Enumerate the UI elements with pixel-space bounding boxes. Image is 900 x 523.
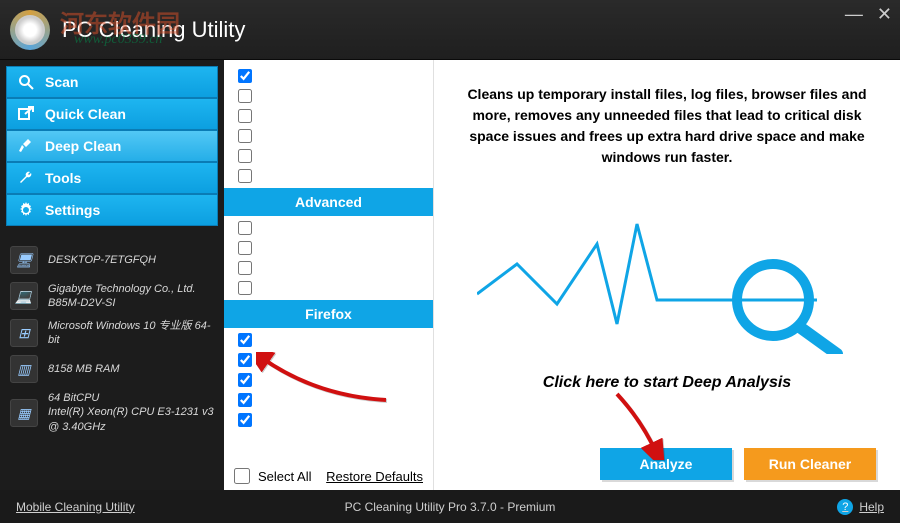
titlebar: 河东软件园 www.pc0359.cn PC Cleaning Utility … [0,0,900,60]
check-box[interactable] [238,333,252,347]
sysinfo-cpu: ▦ 64 BitCPU Intel(R) Xeon(R) CPU E3-1231… [10,391,214,434]
cpu-label: 64 BitCPU Intel(R) Xeon(R) CPU E3-1231 v… [48,391,214,434]
nav-deep[interactable]: Deep Clean [6,130,218,162]
nav-settings[interactable]: Settings [6,194,218,226]
sidebar: Scan Quick Clean Deep Clean Tools Settings 🖥… [0,60,224,490]
check-item[interactable] [224,66,433,86]
ram-label: 8158 MB RAM [48,362,120,376]
check-box[interactable] [238,281,252,295]
nav-scan[interactable]: Scan [6,66,218,98]
nav-label: Quick Clean [45,106,126,122]
window-controls: — ✕ [845,4,892,25]
windows-icon: ⊞ [10,319,38,347]
nav-tools[interactable]: Tools [6,162,218,194]
status-left[interactable]: Mobile Cleaning Utility [16,500,135,514]
check-item[interactable] [224,106,433,126]
check-item[interactable] [224,126,433,146]
check-item[interactable] [224,218,433,238]
section-advanced: Advanced [224,188,433,216]
os-label: Microsoft Windows 10 专业版 64-bit [48,319,214,348]
check-box[interactable] [238,169,252,183]
search-icon [17,73,35,91]
select-all-checkbox[interactable] [234,468,250,484]
help-label: Help [859,500,884,514]
run-cleaner-button[interactable]: Run Cleaner [744,448,876,480]
check-box[interactable] [238,393,252,407]
cta-text: Click here to start Deep Analysis [458,374,876,392]
check-box[interactable] [238,353,252,367]
check-item[interactable] [224,146,433,166]
wrench-icon [17,169,35,187]
broom-icon [17,137,35,155]
check-item[interactable] [224,86,433,106]
app-logo [10,10,50,50]
check-item[interactable] [224,258,433,278]
check-box[interactable] [238,261,252,275]
minimize-button[interactable]: — [845,4,863,25]
check-box[interactable] [238,221,252,235]
sysinfo-hostname: 🖥 DESKTOP-7ETGFQH [10,246,214,274]
arrow-out-icon [17,105,35,123]
check-box[interactable] [238,149,252,163]
check-item[interactable] [224,350,433,370]
main-panel: Advanced Firefox Select All Restore Defa… [224,60,900,490]
check-item[interactable] [224,370,433,390]
sysinfo-board: 💻 Gigabyte Technology Co., Ltd. B85M-D2V… [10,282,214,311]
section-firefox: Firefox [224,300,433,328]
check-item[interactable] [224,278,433,298]
ram-icon: ▥ [10,355,38,383]
check-box[interactable] [238,373,252,387]
check-box[interactable] [238,89,252,103]
restore-defaults-link[interactable]: Restore Defaults [326,469,423,484]
close-button[interactable]: ✕ [877,4,892,25]
nav-quick[interactable]: Quick Clean [6,98,218,130]
cpu-icon: ▦ [10,399,38,427]
check-item[interactable] [224,410,433,430]
select-all-row[interactable]: Select All [234,468,311,484]
nav-label: Deep Clean [45,138,121,154]
computer-icon: 🖥 [10,246,38,274]
check-item[interactable] [224,330,433,350]
system-info-panel: 🖥 DESKTOP-7ETGFQH 💻 Gigabyte Technology … [6,240,218,440]
check-item[interactable] [224,390,433,410]
check-item[interactable] [224,238,433,258]
check-box[interactable] [238,109,252,123]
nav-label: Scan [45,74,78,90]
watermark-url: www.pc0359.cn [74,32,162,48]
check-box[interactable] [238,69,252,83]
sysinfo-os: ⊞ Microsoft Windows 10 专业版 64-bit [10,319,214,348]
board-label: Gigabyte Technology Co., Ltd. B85M-D2V-S… [48,282,214,311]
statusbar: Mobile Cleaning Utility PC Cleaning Util… [0,490,900,523]
check-box[interactable] [238,241,252,255]
analyze-button[interactable]: Analyze [600,448,732,480]
nav-label: Settings [45,202,100,218]
help-link[interactable]: ? Help [837,499,884,515]
checkbox-column: Advanced Firefox Select All Restore Defa… [224,60,434,490]
check-box[interactable] [238,413,252,427]
check-box[interactable] [238,129,252,143]
analysis-graphic [458,204,876,354]
hostname-label: DESKTOP-7ETGFQH [48,253,156,267]
help-icon: ? [837,499,853,515]
right-pane: Cleans up temporary install files, log f… [434,60,900,490]
nav-label: Tools [45,170,81,186]
check-item[interactable] [224,166,433,186]
select-all-label: Select All [258,469,311,484]
sysinfo-ram: ▥ 8158 MB RAM [10,355,214,383]
gear-icon [17,201,35,219]
status-center: PC Cleaning Utility Pro 3.7.0 - Premium [345,500,556,514]
description-text: Cleans up temporary install files, log f… [458,84,876,168]
motherboard-icon: 💻 [10,282,38,310]
